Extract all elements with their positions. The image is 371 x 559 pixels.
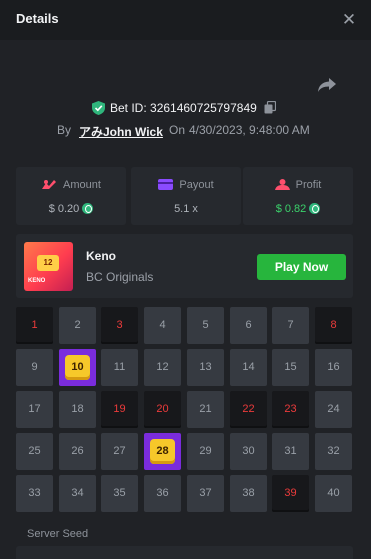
keno-cell-13: 13 <box>187 349 224 386</box>
server-seed-label: Server Seed <box>27 528 89 540</box>
bet-meta-row: By アみJohn Wick On 4/30/2023, 9:48:00 AM <box>0 122 371 140</box>
stat-payout: Payout 5.1 x <box>131 167 241 225</box>
on-label: On <box>169 123 186 137</box>
stat-profit: Profit $ 0.82 <box>243 167 353 225</box>
keno-cell-7: 7 <box>272 307 309 344</box>
stat-payout-label: Payout <box>179 179 214 191</box>
keno-cell-19: 19 <box>101 391 138 428</box>
profit-icon <box>274 179 290 190</box>
bet-id: Bet ID: 3261460725797849 <box>110 101 257 115</box>
keno-cell-31: 31 <box>272 433 309 470</box>
keno-cell-33: 33 <box>16 475 53 512</box>
keno-cell-15: 15 <box>272 349 309 386</box>
keno-cell-22: 22 <box>230 391 267 428</box>
keno-thumbnail[interactable]: 12 KENO <box>24 242 73 291</box>
keno-cell-21: 21 <box>187 391 224 428</box>
stat-profit-label: Profit <box>295 179 322 191</box>
keno-gem-icon: 10 <box>65 355 90 380</box>
keno-cell-8: 8 <box>315 307 352 344</box>
keno-cell-35: 35 <box>101 475 138 512</box>
keno-cell-3: 3 <box>101 307 138 344</box>
stat-amount-value: $ 0.20 <box>48 203 80 215</box>
modal-title: Details <box>16 11 59 26</box>
keno-cell-14: 14 <box>230 349 267 386</box>
keno-cell-5: 5 <box>187 307 224 344</box>
stat-payout-value: 5.1 x <box>174 203 198 215</box>
keno-cell-12: 12 <box>144 349 181 386</box>
keno-cell-24: 24 <box>315 391 352 428</box>
by-label: By <box>57 123 72 137</box>
stat-amount: Amount $ 0.20 <box>16 167 126 225</box>
modal-header: Details ✕ <box>0 0 371 40</box>
keno-cell-20: 20 <box>144 391 181 428</box>
share-icon[interactable] <box>316 76 338 94</box>
keno-cell-26: 26 <box>59 433 96 470</box>
keno-cell-1: 1 <box>16 307 53 344</box>
server-seed-field <box>16 546 353 559</box>
user-link[interactable]: アみJohn Wick <box>79 123 163 140</box>
coin-icon <box>82 203 94 214</box>
keno-gem-icon: 28 <box>150 439 175 464</box>
keno-cell-27: 27 <box>101 433 138 470</box>
keno-cell-11: 11 <box>101 349 138 386</box>
keno-cell-40: 40 <box>315 475 352 512</box>
keno-cell-32: 32 <box>315 433 352 470</box>
play-now-button[interactable]: Play Now <box>257 254 346 280</box>
game-card: 12 KENO Keno BC Originals Play Now <box>16 234 353 298</box>
keno-cell-34: 34 <box>59 475 96 512</box>
keno-cell-38: 38 <box>230 475 267 512</box>
keno-cell-36: 36 <box>144 475 181 512</box>
stat-profit-value: $ 0.82 <box>275 203 307 215</box>
bet-datetime: 4/30/2023, 9:48:00 AM <box>189 123 310 137</box>
keno-cell-16: 16 <box>315 349 352 386</box>
verified-shield-icon <box>92 101 105 115</box>
close-icon[interactable]: ✕ <box>339 10 359 30</box>
copy-icon[interactable] <box>264 101 276 114</box>
bet-id-row: Bet ID: 3261460725797849 <box>0 100 371 116</box>
keno-cell-4: 4 <box>144 307 181 344</box>
keno-cell-25: 25 <box>16 433 53 470</box>
stat-amount-label: Amount <box>63 179 101 191</box>
game-provider: BC Originals <box>86 270 154 284</box>
coin-icon <box>309 203 321 214</box>
keno-board: 1 2 3 4 5 6 7 8 9 10 11 12 13 14 15 16 17 18 19 20 21 22 23 24 2… <box>16 307 353 512</box>
thumb-label: KENO <box>28 278 46 284</box>
keno-cell-18: 18 <box>59 391 96 428</box>
keno-cell-17: 17 <box>16 391 53 428</box>
amount-icon <box>42 180 57 189</box>
keno-cell-30: 30 <box>230 433 267 470</box>
keno-cell-29: 29 <box>187 433 224 470</box>
keno-cell-37: 37 <box>187 475 224 512</box>
thumb-number: 12 <box>37 255 59 271</box>
payout-icon <box>158 179 174 190</box>
keno-cell-39: 39 <box>272 475 309 512</box>
keno-cell-23: 23 <box>272 391 309 428</box>
keno-cell-6: 6 <box>230 307 267 344</box>
keno-cell-28: 28 <box>144 433 181 470</box>
keno-cell-2: 2 <box>59 307 96 344</box>
keno-cell-9: 9 <box>16 349 53 386</box>
game-name: Keno <box>86 249 116 263</box>
keno-cell-10: 10 <box>59 349 96 386</box>
